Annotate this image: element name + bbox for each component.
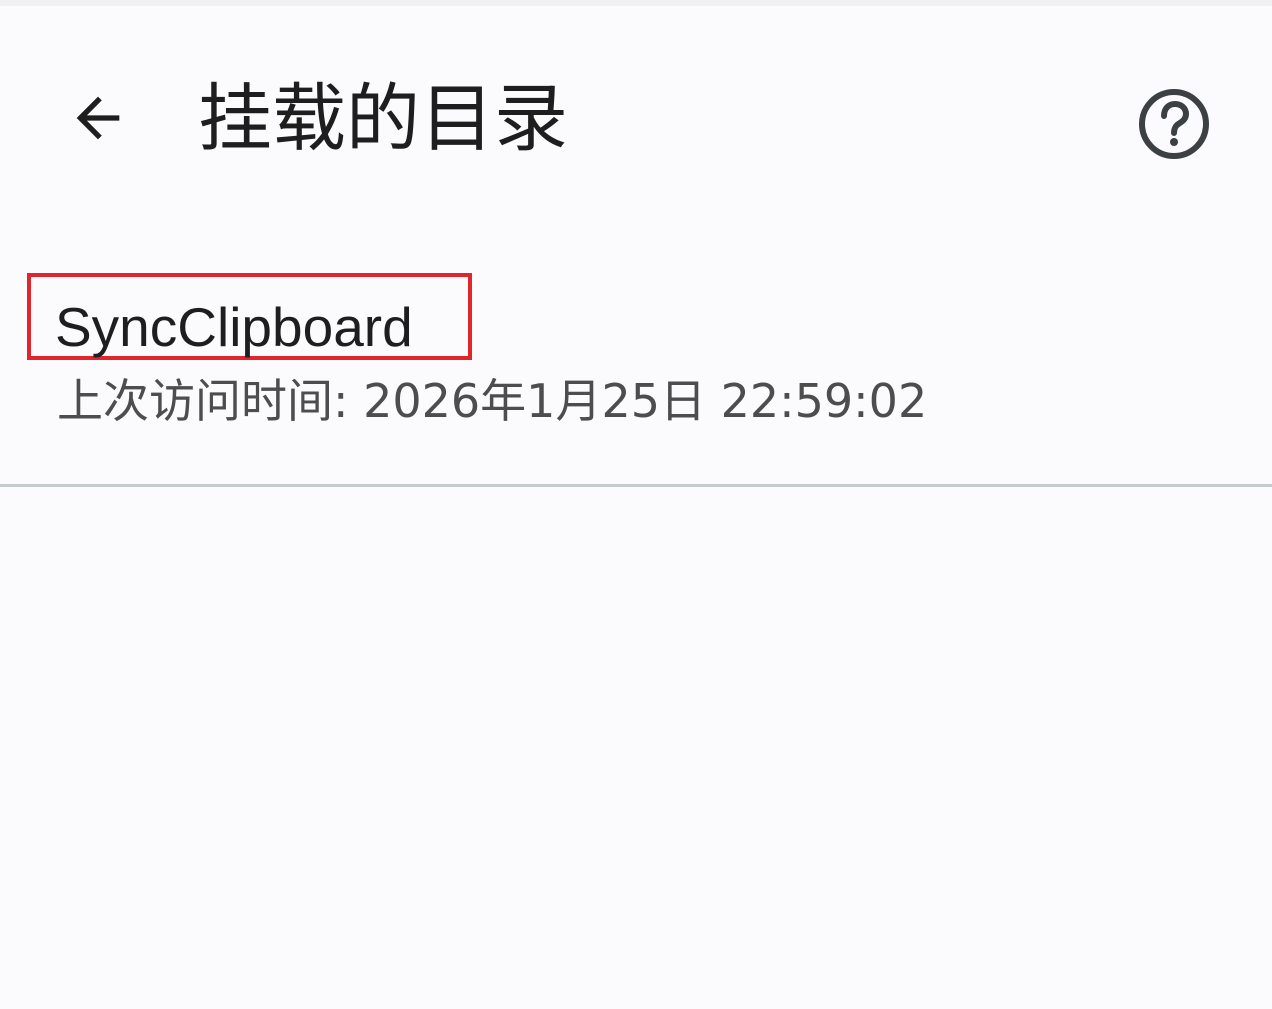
top-app-bar: 挂载的目录 bbox=[0, 6, 1272, 232]
mounted-directories-screen: 挂载的目录 SyncClipboard 上次访问时间: 2026年1月25日 2… bbox=[0, 0, 1272, 1009]
last-access-time: 上次访问时间: 2026年1月25日 22:59:02 bbox=[57, 374, 928, 428]
directory-name: SyncClipboard bbox=[55, 296, 413, 358]
list-divider bbox=[0, 484, 1272, 487]
directory-list-item[interactable]: SyncClipboard 上次访问时间: 2026年1月25日 22:59:0… bbox=[0, 256, 1272, 486]
arrow-left-icon bbox=[76, 96, 120, 140]
help-button[interactable] bbox=[1132, 82, 1216, 166]
back-button[interactable] bbox=[56, 76, 140, 160]
page-title: 挂载的目录 bbox=[198, 76, 568, 162]
help-circle-icon bbox=[1139, 89, 1209, 159]
